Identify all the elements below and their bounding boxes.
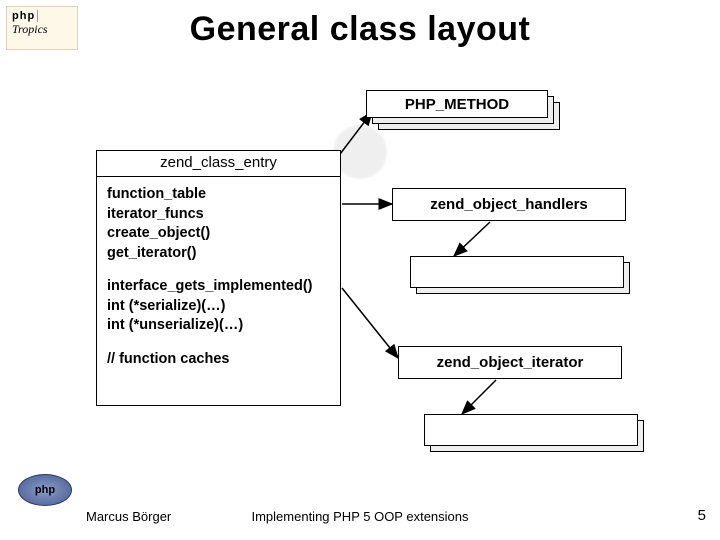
footer-page-number: 5 (698, 507, 706, 524)
zend-object-handlers-label: zend_object_handlers (430, 196, 588, 213)
footer-subtitle: Implementing PHP 5 OOP extensions (0, 509, 720, 524)
zce-member: iterator_funcs (107, 205, 330, 225)
zce-member: // function caches (107, 350, 330, 370)
zend-class-entry-body: function_table iterator_funcs create_obj… (97, 177, 340, 380)
zce-member: interface_gets_implemented() (107, 277, 330, 297)
zce-member: get_iterator() (107, 244, 330, 264)
php-method-box: PHP_METHOD (366, 90, 548, 118)
zce-member: int (*serialize)(…) (107, 297, 330, 317)
handlers-stack-top (410, 256, 624, 288)
zend-class-entry-header: zend_class_entry (97, 151, 340, 177)
php-elephant-icon: php (18, 474, 72, 506)
zce-member: create_object() (107, 224, 330, 244)
zend-object-iterator-label: zend_object_iterator (437, 354, 584, 371)
zend-object-handlers-box: zend_object_handlers (392, 188, 626, 221)
zend-class-entry-box: zend_class_entry function_table iterator… (96, 150, 341, 406)
php-method-label: PHP_METHOD (405, 96, 509, 113)
diagram-area: PHP_METHOD zend_class_entry function_tab… (0, 90, 720, 490)
page-title: General class layout (0, 10, 720, 49)
iterator-stack-top (424, 414, 638, 446)
zce-member: function_table (107, 185, 330, 205)
php-elephant-text: php (35, 484, 55, 496)
zend-object-iterator-box: zend_object_iterator (398, 346, 622, 379)
zce-member: int (*unserialize)(…) (107, 316, 330, 336)
